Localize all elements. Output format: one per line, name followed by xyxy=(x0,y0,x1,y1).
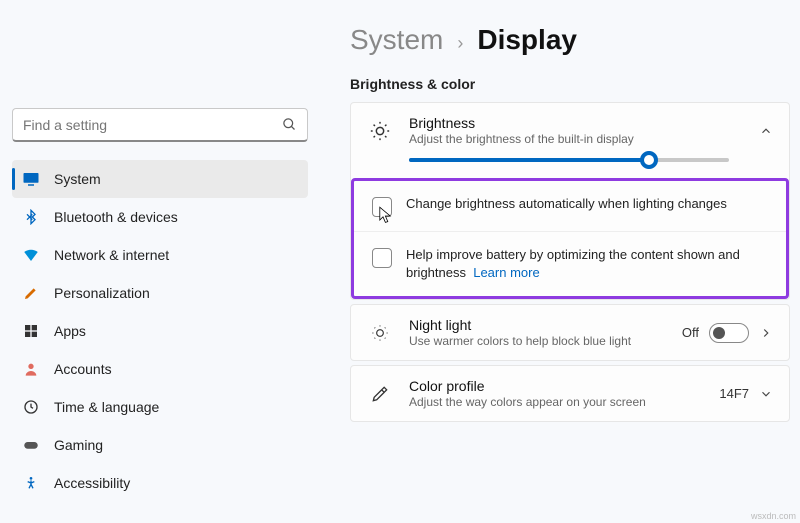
sidebar-item-label: Apps xyxy=(54,323,86,339)
learn-more-link[interactable]: Learn more xyxy=(473,265,539,280)
slider-thumb[interactable] xyxy=(640,151,658,169)
battery-optimize-row[interactable]: Help improve battery by optimizing the c… xyxy=(354,231,786,296)
sidebar-item-label: System xyxy=(54,171,101,187)
clock-icon xyxy=(22,398,40,416)
chevron-down-icon[interactable] xyxy=(759,387,773,401)
watermark: wsxdn.com xyxy=(751,511,796,521)
sun-icon xyxy=(367,118,393,144)
nightlight-state: Off xyxy=(682,325,699,340)
colorprofile-text: Color profile Adjust the way colors appe… xyxy=(409,378,703,409)
sidebar-item-time-language[interactable]: Time & language xyxy=(12,388,308,426)
main-content: System › Display Brightness & color Brig… xyxy=(320,0,800,523)
wifi-icon xyxy=(22,246,40,264)
brightness-title: Brightness xyxy=(409,115,743,131)
breadcrumb: System › Display xyxy=(350,24,790,56)
sidebar-item-label: Bluetooth & devices xyxy=(54,209,178,225)
sidebar-item-personalization[interactable]: Personalization xyxy=(12,274,308,312)
sidebar-item-label: Gaming xyxy=(54,437,103,453)
sidebar-item-label: Accounts xyxy=(54,361,112,377)
search-icon xyxy=(282,117,297,132)
nightlight-icon xyxy=(367,320,393,346)
eyedropper-icon xyxy=(367,381,393,407)
colorprofile-title: Color profile xyxy=(409,378,703,394)
brightness-header[interactable]: Brightness Adjust the brightness of the … xyxy=(351,103,789,158)
accessibility-icon xyxy=(22,474,40,492)
colorprofile-controls: 14F7 xyxy=(719,386,773,401)
brightness-slider-container xyxy=(351,158,789,178)
battery-optimize-label: Help improve battery by optimizing the c… xyxy=(406,246,768,282)
battery-optimize-checkbox[interactable] xyxy=(372,248,392,268)
sidebar-item-accessibility[interactable]: Accessibility xyxy=(12,464,308,502)
breadcrumb-parent[interactable]: System xyxy=(350,24,443,56)
nightlight-toggle[interactable] xyxy=(709,323,749,343)
person-icon xyxy=(22,360,40,378)
cursor-icon xyxy=(379,206,395,226)
slider-fill xyxy=(409,158,649,162)
breadcrumb-current: Display xyxy=(477,24,577,56)
nightlight-subtitle: Use warmer colors to help block blue lig… xyxy=(409,334,666,348)
section-title: Brightness & color xyxy=(350,76,790,92)
battery-optimize-text: Help improve battery by optimizing the c… xyxy=(406,247,740,280)
chevron-up-icon[interactable] xyxy=(759,124,773,138)
paintbrush-icon xyxy=(22,284,40,302)
colorprofile-subtitle: Adjust the way colors appear on your scr… xyxy=(409,395,703,409)
colorprofile-card[interactable]: Color profile Adjust the way colors appe… xyxy=(350,365,790,422)
display-icon xyxy=(22,170,40,188)
sidebar-item-accounts[interactable]: Accounts xyxy=(12,350,308,388)
nightlight-controls: Off xyxy=(682,323,773,343)
nightlight-text: Night light Use warmer colors to help bl… xyxy=(409,317,666,348)
sidebar-item-label: Network & internet xyxy=(54,247,169,263)
brightness-slider[interactable] xyxy=(409,158,729,162)
sidebar-item-label: Time & language xyxy=(54,399,159,415)
nightlight-title: Night light xyxy=(409,317,666,333)
highlighted-options: Change brightness automatically when lig… xyxy=(351,178,789,299)
auto-brightness-label: Change brightness automatically when lig… xyxy=(406,195,727,213)
brightness-text: Brightness Adjust the brightness of the … xyxy=(409,115,743,146)
sidebar-item-system[interactable]: System xyxy=(12,160,308,198)
colorprofile-value[interactable]: 14F7 xyxy=(719,386,749,401)
settings-sidebar: System Bluetooth & devices Network & int… xyxy=(0,0,320,523)
brightness-card: Brightness Adjust the brightness of the … xyxy=(350,102,790,300)
chevron-right-icon[interactable] xyxy=(759,326,773,340)
sidebar-item-bluetooth[interactable]: Bluetooth & devices xyxy=(12,198,308,236)
sidebar-item-label: Accessibility xyxy=(54,475,130,491)
auto-brightness-row[interactable]: Change brightness automatically when lig… xyxy=(354,181,786,231)
search-box[interactable] xyxy=(12,108,308,142)
nightlight-card[interactable]: Night light Use warmer colors to help bl… xyxy=(350,304,790,361)
sidebar-item-label: Personalization xyxy=(54,285,150,301)
chevron-right-icon: › xyxy=(457,33,463,54)
gamepad-icon xyxy=(22,436,40,454)
search-input[interactable] xyxy=(23,117,282,133)
sidebar-item-network[interactable]: Network & internet xyxy=(12,236,308,274)
brightness-subtitle: Adjust the brightness of the built-in di… xyxy=(409,132,743,146)
nav-list: System Bluetooth & devices Network & int… xyxy=(12,160,308,502)
apps-icon xyxy=(22,322,40,340)
auto-brightness-checkbox[interactable] xyxy=(372,197,392,217)
bluetooth-icon xyxy=(22,208,40,226)
sidebar-item-gaming[interactable]: Gaming xyxy=(12,426,308,464)
sidebar-item-apps[interactable]: Apps xyxy=(12,312,308,350)
